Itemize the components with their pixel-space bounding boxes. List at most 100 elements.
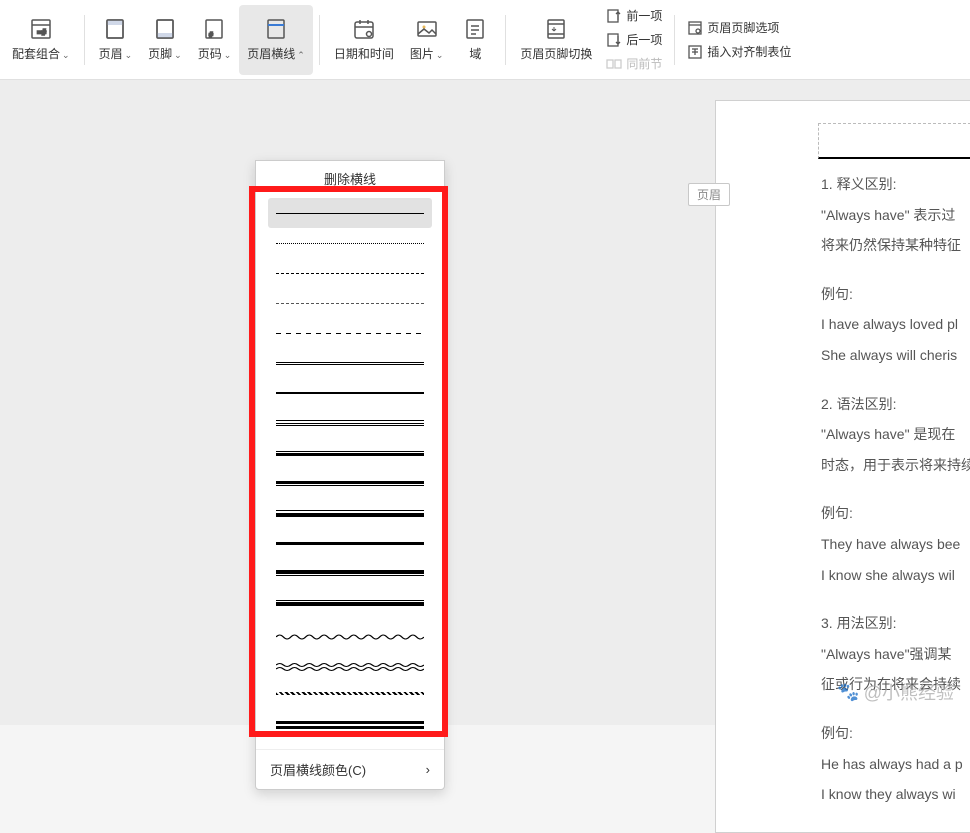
next-icon xyxy=(606,32,622,48)
doc-line[interactable]: 征或行为在将来会持续 xyxy=(821,671,970,698)
line-style-thin-thick[interactable] xyxy=(268,438,432,468)
line-style-groove[interactable] xyxy=(268,738,432,749)
options-icon xyxy=(687,20,703,36)
next-item-button[interactable]: 后一项 xyxy=(600,29,668,51)
doc-line[interactable]: He has always had a p xyxy=(821,751,970,778)
ribbon-toolbar: =# 配套组合⌄ 页眉⌄ 页脚⌄ # 页码⌄ 页眉横线⌃ 日期和时间 xyxy=(0,0,970,80)
doc-line[interactable]: 1. 释义区别: xyxy=(821,171,970,198)
line-style-thin-thick-thin[interactable] xyxy=(268,498,432,528)
line-style-single[interactable] xyxy=(268,198,432,228)
doc-line[interactable]: She always will cheris xyxy=(821,342,970,369)
line-style-thick-thin-2[interactable] xyxy=(268,558,432,588)
prev-item-button[interactable]: 前一项 xyxy=(600,5,668,27)
doc-line[interactable]: 时态，用于表示将来持续 xyxy=(821,452,970,479)
hf-options-button[interactable]: 页眉页脚选项 xyxy=(681,17,797,39)
svg-text:=#: =# xyxy=(37,28,47,37)
header-icon xyxy=(103,17,127,41)
chevron-down-icon: ⌄ xyxy=(224,50,232,60)
headerline-icon xyxy=(264,17,288,41)
line-style-bar[interactable] xyxy=(268,708,432,738)
line-style-double-wave[interactable] xyxy=(268,648,432,678)
align-tab-label: 插入对齐制表位 xyxy=(707,43,791,60)
headerline-button[interactable]: 页眉横线⌃ xyxy=(239,5,313,75)
field-button[interactable]: 域 xyxy=(451,5,499,75)
header-region[interactable] xyxy=(818,123,970,159)
same-prev-label: 同前节 xyxy=(626,55,662,72)
header-tag[interactable]: 页眉 xyxy=(688,183,730,206)
same-prev-button: 同前节 xyxy=(600,53,668,75)
next-label: 后一项 xyxy=(626,31,662,48)
picture-button[interactable]: 图片⌄ xyxy=(402,5,452,75)
chevron-down-icon: ⌄ xyxy=(436,50,444,60)
separator xyxy=(505,15,506,65)
page[interactable]: 页眉 1. 释义区别:"Always have" 表示过将来仍然保持某种特征例句… xyxy=(715,100,970,833)
pagenum-icon: # xyxy=(202,17,226,41)
combo-icon: =# xyxy=(29,17,53,41)
line-style-dashed[interactable] xyxy=(268,288,432,318)
image-icon xyxy=(415,17,439,41)
header-label: 页眉 xyxy=(99,47,123,61)
headerline-dropdown: 删除横线 页眉横线颜色(C) › xyxy=(255,160,445,790)
field-icon xyxy=(463,17,487,41)
aligntab-icon xyxy=(687,44,703,60)
doc-line[interactable]: "Always have"强调某 xyxy=(821,641,970,668)
document-area: 页眉 1. 释义区别: "Always have" 表示过将来仍然保持某种特征例句… xyxy=(680,80,970,725)
line-style-wave[interactable] xyxy=(268,618,432,648)
line-style-hatch[interactable] xyxy=(268,678,432,708)
nav-stack: 前一项 后一项 同前节 xyxy=(600,5,668,75)
link-icon xyxy=(606,56,622,72)
chevron-down-icon: ⌄ xyxy=(174,50,182,60)
line-style-dashed-fine[interactable] xyxy=(268,258,432,288)
doc-line[interactable]: 将来仍然保持某种特征 xyxy=(821,232,970,259)
switch-icon xyxy=(544,17,568,41)
doc-line[interactable]: I have always loved pl xyxy=(821,311,970,338)
line-style-thick-thin[interactable] xyxy=(268,468,432,498)
separator xyxy=(319,15,320,65)
prev-icon xyxy=(606,8,622,24)
datetime-label: 日期和时间 xyxy=(334,45,394,62)
line-style-dashdot[interactable] xyxy=(268,318,432,348)
header-button[interactable]: 页眉⌄ xyxy=(91,5,141,75)
line-color-menu[interactable]: 页眉横线颜色(C) › xyxy=(256,749,444,789)
line-style-double[interactable] xyxy=(268,348,432,378)
line-style-thick[interactable] xyxy=(268,378,432,408)
field-label: 域 xyxy=(469,45,481,62)
footer-label: 页脚 xyxy=(148,47,172,61)
doc-line[interactable]: 3. 用法区别: xyxy=(821,610,970,637)
prev-label: 前一项 xyxy=(626,7,662,24)
line-style-triple[interactable] xyxy=(268,408,432,438)
picture-label: 图片 xyxy=(410,47,434,61)
svg-text:#: # xyxy=(209,32,213,39)
line-style-heavy[interactable] xyxy=(268,528,432,558)
line-style-thin-thick-2[interactable] xyxy=(268,588,432,618)
hfswitch-label: 页眉页脚切换 xyxy=(520,45,592,62)
doc-line[interactable]: 例句: xyxy=(821,720,970,747)
combo-button[interactable]: =# 配套组合⌄ xyxy=(4,5,78,75)
chevron-right-icon: › xyxy=(426,762,430,777)
document-body[interactable]: 1. 释义区别: "Always have" 表示过将来仍然保持某种特征例句: I … xyxy=(821,171,970,808)
options-stack: 页眉页脚选项 插入对齐制表位 xyxy=(681,5,797,75)
doc-line[interactable]: I know she always wil xyxy=(821,562,970,589)
align-tab-button[interactable]: 插入对齐制表位 xyxy=(681,41,797,63)
combo-label: 配套组合 xyxy=(12,47,60,61)
doc-line[interactable]: "Always have" 是现在 xyxy=(821,421,970,448)
doc-line[interactable]: "Always have" 表示过 xyxy=(821,202,970,229)
headerline-label: 页眉横线 xyxy=(247,47,295,61)
doc-line[interactable]: 例句: xyxy=(821,281,970,308)
footer-button[interactable]: 页脚⌄ xyxy=(140,5,190,75)
datetime-button[interactable]: 日期和时间 xyxy=(326,5,402,75)
line-style-list xyxy=(256,194,444,749)
chevron-down-icon: ⌃ xyxy=(297,50,305,60)
line-style-dotted[interactable] xyxy=(268,228,432,258)
remove-line-item[interactable]: 删除横线 xyxy=(256,161,444,194)
hf-options-label: 页眉页脚选项 xyxy=(707,19,779,36)
pagenum-button[interactable]: # 页码⌄ xyxy=(190,5,240,75)
hfswitch-button[interactable]: 页眉页脚切换 xyxy=(512,5,600,75)
doc-line[interactable]: I know they always wi xyxy=(821,781,970,808)
doc-line[interactable]: 2. 语法区别: xyxy=(821,391,970,418)
doc-line[interactable]: They have always bee xyxy=(821,531,970,558)
separator xyxy=(84,15,85,65)
separator xyxy=(674,15,675,65)
doc-line[interactable]: 例句: xyxy=(821,500,970,527)
workspace: 删除横线 页眉横线颜色(C) › xyxy=(0,80,970,725)
